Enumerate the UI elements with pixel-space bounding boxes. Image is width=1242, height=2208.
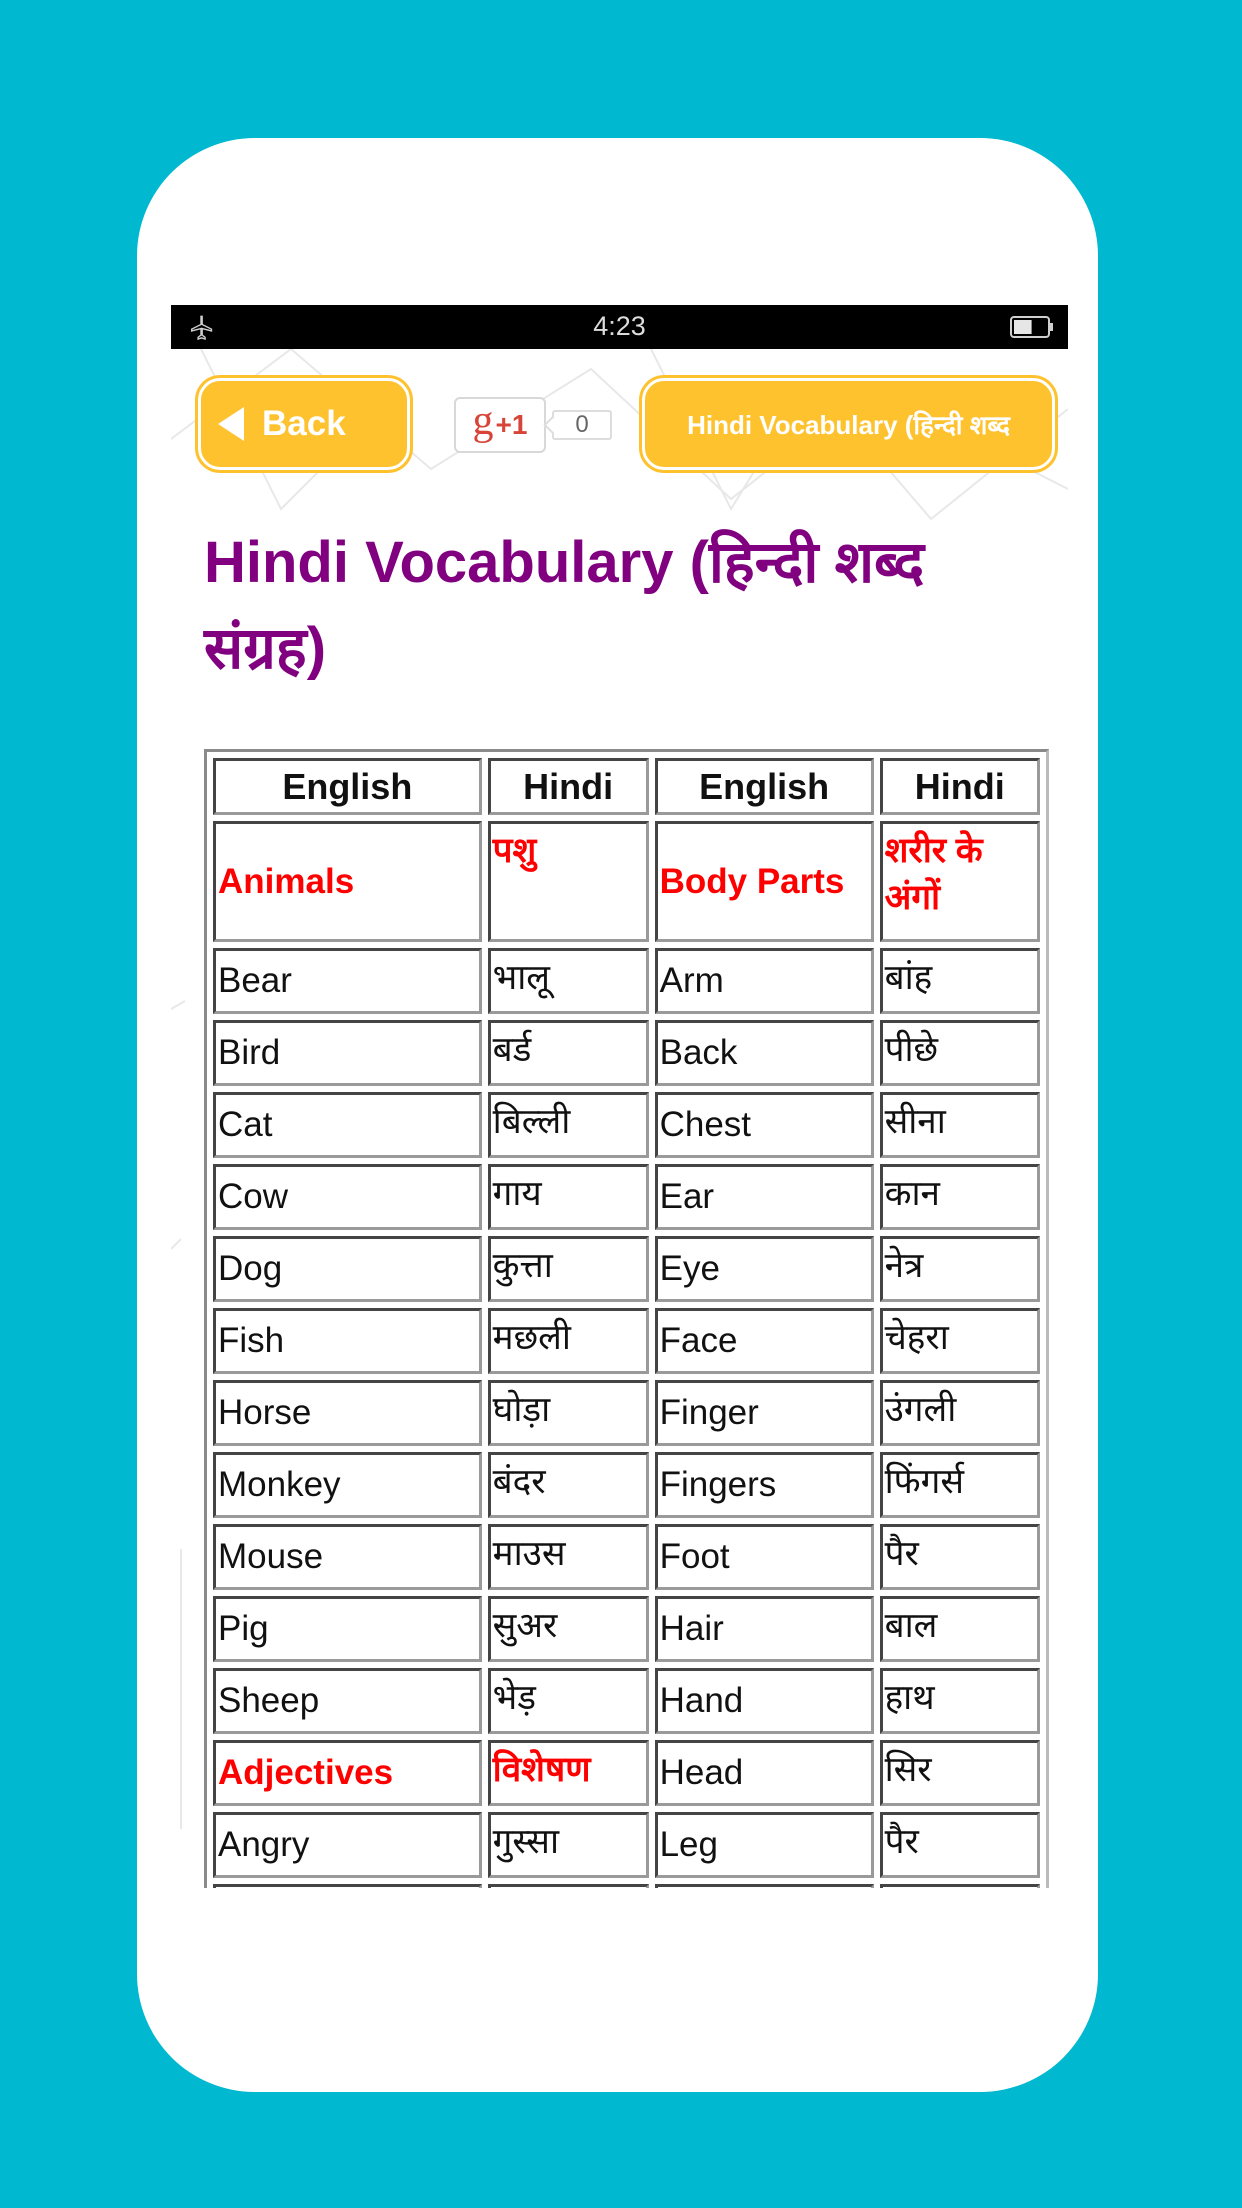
english-cell: Bad <box>213 1884 482 1888</box>
english-cell: Angry <box>213 1812 482 1878</box>
hindi-cell: गुस्सा <box>487 1812 649 1878</box>
english-cell: Sheep <box>213 1668 482 1734</box>
table-row: Monkey बंदर Fingers फिंगर्स <box>213 1452 1040 1518</box>
hindi-cell: भालू <box>487 948 649 1014</box>
english-cell: Bear <box>213 948 482 1014</box>
table-row: Cat बिल्ली Chest सीना <box>213 1092 1040 1158</box>
header-hindi: Hindi <box>487 758 649 815</box>
table-row: Mouse माउस Foot पैर <box>213 1524 1040 1590</box>
vocabulary-table: English Hindi English Hindi Animals पशु Bo… <box>204 749 1049 1888</box>
hindi-cell: गाय <box>487 1164 649 1230</box>
english-cell: Chest <box>654 1092 874 1158</box>
table-row: Cow गाय Ear कान <box>213 1164 1040 1230</box>
hindi-cell: सीना <box>879 1092 1040 1158</box>
english-cell: Pig <box>213 1596 482 1662</box>
hindi-cell: हाथ <box>879 1668 1040 1734</box>
hindi-cell: कुत्ता <box>487 1236 649 1302</box>
english-cell: Face <box>654 1308 874 1374</box>
english-cell: Hand <box>654 1668 874 1734</box>
status-time: 4:23 <box>593 311 646 341</box>
google-plus-one-button[interactable]: g +1 <box>454 397 546 453</box>
hindi-cell: शरीर के अंगों <box>879 821 1040 942</box>
english-cell: Body Parts <box>654 821 874 942</box>
hindi-cell: पशु <box>487 821 649 942</box>
plus-one-label: +1 <box>495 409 528 440</box>
english-cell: Mouse <box>213 1524 482 1590</box>
english-cell: Bird <box>213 1020 482 1086</box>
hindi-cell: बांह <box>879 948 1040 1014</box>
back-arrow-icon <box>218 407 244 441</box>
table-row: Adjectives विशेषण Head सिर <box>213 1740 1040 1806</box>
hindi-cell: उंगली <box>879 1380 1040 1446</box>
english-cell: Finger <box>654 1380 874 1446</box>
header-hindi: Hindi <box>879 758 1040 815</box>
table-row: Sheep भेड़ Hand हाथ <box>213 1668 1040 1734</box>
table-row: Bird बर्ड Back पीछे <box>213 1020 1040 1086</box>
english-cell: Eye <box>654 1236 874 1302</box>
hindi-cell: सुअर <box>487 1596 649 1662</box>
page-title: Hindi Vocabulary (हिन्दी शब्द संग्रह) <box>204 530 925 681</box>
table-row: Horse घोड़ा Finger उंगली <box>213 1380 1040 1446</box>
header-english: English <box>213 758 482 815</box>
english-cell: Fish <box>213 1308 482 1374</box>
table-row: Bear भालू Arm बांह <box>213 948 1040 1014</box>
back-button-label: Back <box>262 404 346 443</box>
back-button[interactable]: Back <box>198 378 410 470</box>
hindi-cell: भेड़ <box>487 1668 649 1734</box>
hindi-cell: पैर <box>879 1524 1040 1590</box>
vocabulary-title-button[interactable]: Hindi Vocabulary (हिन्दी शब्द <box>642 378 1055 470</box>
hindi-cell: पीछे <box>879 1020 1040 1086</box>
english-cell: Hair <box>654 1596 874 1662</box>
english-cell: Horse <box>213 1380 482 1446</box>
english-cell: Leg <box>654 1812 874 1878</box>
english-cell: Mouth <box>654 1884 874 1888</box>
table-row: Bad बुरा Mouth मुँह <box>213 1884 1040 1888</box>
header-english: English <box>654 758 874 815</box>
hindi-cell: बिल्ली <box>487 1092 649 1158</box>
hindi-cell: मछली <box>487 1308 649 1374</box>
table-row: Fish मछली Face चेहरा <box>213 1308 1040 1374</box>
hindi-cell: सिर <box>879 1740 1040 1806</box>
english-cell: Back <box>654 1020 874 1086</box>
english-cell: Fingers <box>654 1452 874 1518</box>
battery-icon <box>1010 316 1053 338</box>
hindi-cell: नेत्र <box>879 1236 1040 1302</box>
status-bar: 4:23 <box>171 305 1068 349</box>
hindi-cell: विशेषण <box>487 1740 649 1806</box>
hindi-cell: बर्ड <box>487 1020 649 1086</box>
hindi-cell: बंदर <box>487 1452 649 1518</box>
english-cell: Arm <box>654 948 874 1014</box>
hindi-cell: घोड़ा <box>487 1380 649 1446</box>
table-row: Dog कुत्ता Eye नेत्र <box>213 1236 1040 1302</box>
english-cell: Monkey <box>213 1452 482 1518</box>
hindi-cell: कान <box>879 1164 1040 1230</box>
plus-one-count: 0 <box>552 410 612 440</box>
table-row: Pig सुअर Hair बाल <box>213 1596 1040 1662</box>
english-cell: Foot <box>654 1524 874 1590</box>
hindi-cell: फिंगर्स <box>879 1452 1040 1518</box>
english-cell: Dog <box>213 1236 482 1302</box>
google-plus-icon: g <box>472 398 494 444</box>
english-cell: Cat <box>213 1092 482 1158</box>
hindi-cell: पैर <box>879 1812 1040 1878</box>
hindi-cell: चेहरा <box>879 1308 1040 1374</box>
table-row: Angry गुस्सा Leg पैर <box>213 1812 1040 1878</box>
table-row: Animals पशु Body Parts शरीर के अंगों <box>213 821 1040 942</box>
hindi-cell: बाल <box>879 1596 1040 1662</box>
english-cell: Ear <box>654 1164 874 1230</box>
english-cell: Adjectives <box>213 1740 482 1806</box>
english-cell: Cow <box>213 1164 482 1230</box>
hindi-cell: बुरा <box>487 1884 649 1888</box>
table-header-row: English Hindi English Hindi <box>213 758 1040 815</box>
hindi-cell: माउस <box>487 1524 649 1590</box>
vocabulary-title-button-label: Hindi Vocabulary (हिन्दी शब्द <box>687 410 1010 440</box>
english-cell: Animals <box>213 821 482 942</box>
english-cell: Head <box>654 1740 874 1806</box>
hindi-cell: मुँह <box>879 1884 1040 1888</box>
app-screen: 4:23 Back g +1 0 Hindi Vocabulary (हिन्द… <box>171 305 1068 1888</box>
